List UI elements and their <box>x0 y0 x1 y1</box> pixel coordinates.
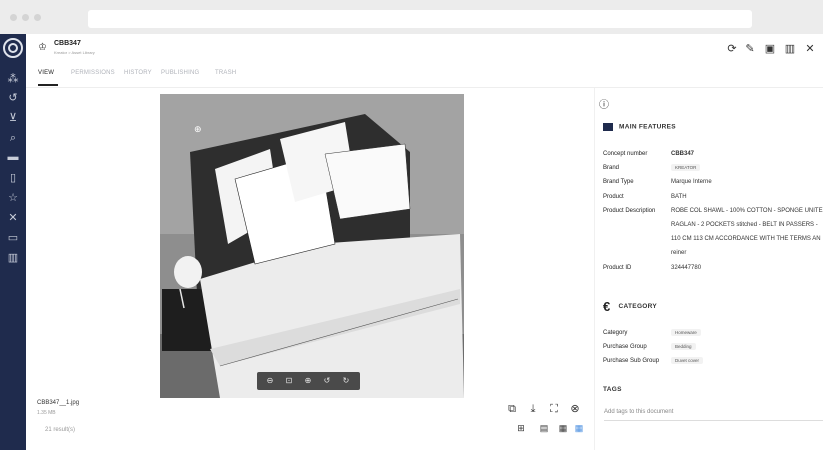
tab-permissions[interactable]: PERMISSIONS <box>71 70 115 76</box>
feature-value: ROBE COL SHAWL - 100% COTTON - SPONGE UN… <box>671 208 823 214</box>
category-title: CATEGORY <box>618 303 658 311</box>
tab-bar: VIEW PERMISSIONS HISTORY PUBLISHING TRAS… <box>26 62 823 88</box>
file-size: 1.35 MB <box>37 410 56 416</box>
trash-icon[interactable]: ▥ <box>6 251 20 265</box>
zoom-out-icon[interactable]: ⊖ <box>264 375 276 387</box>
result-count: 21 result(s) <box>45 427 76 433</box>
rotate-right-icon[interactable]: ↻ <box>340 375 352 387</box>
tag-view-icon[interactable]: ⊞ <box>514 423 528 434</box>
cart-icon[interactable]: ⊻ <box>6 111 20 125</box>
feature-label: Concept number <box>603 151 648 157</box>
feature-value: BATH <box>671 194 687 200</box>
features-icon <box>603 123 613 131</box>
category-chip: Homeware <box>671 329 701 336</box>
window-close-dot[interactable] <box>10 14 17 21</box>
feature-value: 110 CM 113 CM ACCORDANCE WITH THE TERMS … <box>671 236 821 242</box>
category-value: Homeware <box>671 329 701 336</box>
category-value: Duvet cover <box>671 357 704 364</box>
category-header: € CATEGORY <box>603 299 657 314</box>
tab-trash[interactable]: TRASH <box>215 70 236 76</box>
feature-label: Product <box>603 194 624 200</box>
purchase-group-chip: Bedding <box>671 343 696 350</box>
list-view-icon[interactable]: ▦ <box>572 423 586 434</box>
image-viewer[interactable]: ⊕ ⊖ ⊡ ⊕ ↺ ↻ <box>160 94 464 398</box>
purchase-sub-group-chip: Duvet cover <box>671 357 704 364</box>
viewer-toolbar: ⊖ ⊡ ⊕ ↺ ↻ <box>257 372 360 390</box>
top-bar: ♔ CBB347 Kreator > Asset Library ⟳ ✎ ▣ ▥… <box>26 34 823 62</box>
sidebar: ⁂ ↺ ⊻ ⌕ ▬ ▯ ☆ ✕ ▭ ▥ <box>0 34 26 450</box>
tags-input[interactable]: Add tags to this document <box>604 409 823 421</box>
open-external-icon[interactable]: ⧉ <box>505 403 519 416</box>
expand-icon[interactable]: ⛶ <box>547 403 561 416</box>
search-icon[interactable]: ⌕ <box>6 131 20 145</box>
svg-text:⊕: ⊕ <box>194 125 202 135</box>
file-view-icon[interactable]: ▤ <box>537 423 551 434</box>
document-icon[interactable]: ▯ <box>6 171 20 185</box>
window-minimize-dot[interactable] <box>22 14 29 21</box>
breadcrumb[interactable]: Kreator > Asset Library <box>54 50 95 55</box>
grid-view-icon[interactable]: ▦ <box>556 423 570 434</box>
details-panel: ⓘ MAIN FEATURES Concept number CBB347 Br… <box>594 88 823 450</box>
tab-history[interactable]: HISTORY <box>124 70 152 76</box>
close-circle-icon[interactable]: ⊗ <box>568 402 582 415</box>
feature-value: CBB347 <box>671 151 695 157</box>
history-icon[interactable]: ↺ <box>6 91 20 105</box>
brand-chip: KREATOR <box>671 164 701 171</box>
tab-publishing[interactable]: PUBLISHING <box>161 70 199 76</box>
feature-value: 324447780 <box>671 265 702 271</box>
feature-value-chip: KREATOR <box>671 164 701 171</box>
fit-icon[interactable]: ⊡ <box>283 375 295 387</box>
feature-label: Product Description <box>603 208 656 214</box>
share-icon[interactable]: ✕ <box>6 211 20 225</box>
panel-icon[interactable]: ▣ <box>764 42 776 55</box>
hierarchy-icon[interactable]: ⁂ <box>6 72 20 86</box>
active-tab-indicator <box>38 84 58 86</box>
category-label: Purchase Group <box>603 344 647 350</box>
page-title: CBB347 <box>54 40 81 47</box>
window-maximize-dot[interactable] <box>34 14 41 21</box>
download-icon[interactable]: ⤓ <box>526 403 540 416</box>
rotate-left-icon[interactable]: ↺ <box>321 375 333 387</box>
zoom-in-icon[interactable]: ⊕ <box>302 375 314 387</box>
edit-icon[interactable]: ✎ <box>744 42 756 55</box>
main-features-title: MAIN FEATURES <box>619 123 676 131</box>
feature-label: Product ID <box>603 265 632 271</box>
url-bar[interactable] <box>88 10 752 28</box>
sync-icon[interactable]: ⟳ <box>726 42 738 55</box>
clipboard-icon[interactable]: ▭ <box>6 231 20 245</box>
feature-label: Brand Type <box>603 179 634 185</box>
logo-icon[interactable] <box>3 38 23 58</box>
tags-title: TAGS <box>603 386 622 393</box>
file-name: CBB347__1.jpg <box>37 400 80 406</box>
feature-value: reiner <box>671 250 687 256</box>
category-label: Purchase Sub Group <box>603 358 660 364</box>
browser-chrome <box>0 0 823 34</box>
main-features-header: MAIN FEATURES <box>603 123 676 131</box>
asset-type-icon: ♔ <box>38 42 47 53</box>
product-image: ⊕ <box>160 94 464 398</box>
feature-label: Brand <box>603 165 620 171</box>
category-label: Category <box>603 330 628 336</box>
share-icon[interactable]: ✕ <box>804 42 816 55</box>
trash-icon[interactable]: ▥ <box>784 42 796 55</box>
feature-value: Marque Interne <box>671 179 712 185</box>
category-value: Bedding <box>671 343 696 350</box>
info-icon[interactable]: ⓘ <box>599 96 609 111</box>
app-window: ⁂ ↺ ⊻ ⌕ ▬ ▯ ☆ ✕ ▭ ▥ ♔ CBB347 Kreator > A… <box>0 34 823 450</box>
feature-value: RAGLAN - 2 POCKETS stitched - BELT IN PA… <box>671 222 818 228</box>
star-icon[interactable]: ☆ <box>6 191 20 205</box>
tab-view[interactable]: VIEW <box>38 70 54 76</box>
euro-icon: € <box>603 299 611 314</box>
folder-icon[interactable]: ▬ <box>6 150 20 164</box>
